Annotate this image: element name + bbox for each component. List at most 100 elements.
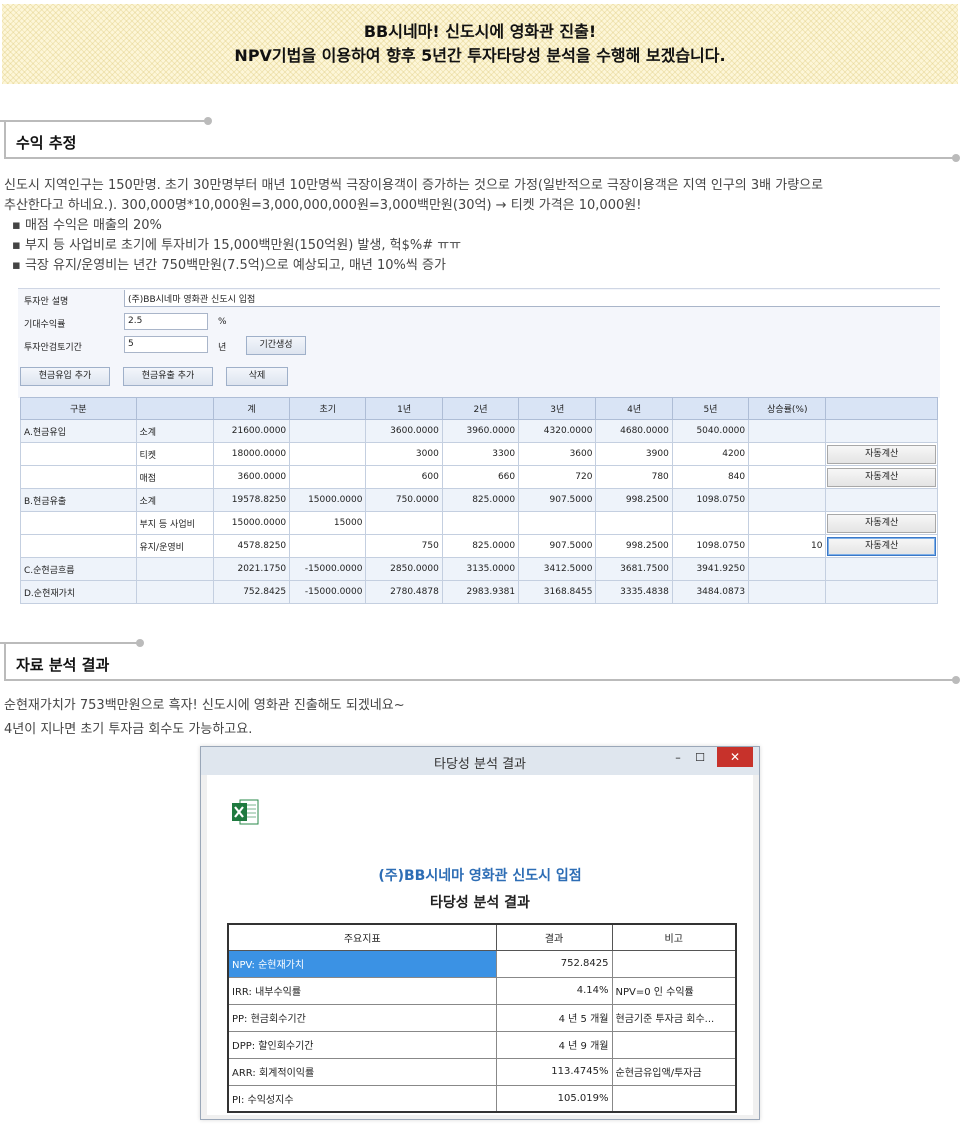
grid-cell-y2[interactable]: 3300 [441, 442, 520, 466]
grid-cell-cat[interactable]: C.순현금흐름 [20, 557, 137, 581]
grid-cell-y3[interactable]: 720 [518, 465, 597, 489]
add-inflow-button[interactable]: 현금유입 추가 [20, 367, 110, 386]
grid-cell-total[interactable]: 752.8425 [212, 580, 291, 604]
grid-cell-y3[interactable] [518, 511, 597, 535]
grid-cell-y3[interactable]: 3412.5000 [518, 557, 597, 581]
grid-row[interactable]: 유지/운영비 4578.8250 750 825.0000 907.5000 998.25… [20, 534, 938, 558]
grid-cell-y4[interactable]: 3900 [595, 442, 673, 466]
grid-row[interactable]: B.현금유출 소계 19578.8250 15000.0000 750.0000 825.… [20, 488, 938, 512]
grid-cell-total[interactable]: 19578.8250 [212, 488, 291, 512]
grid-cell-cat[interactable] [20, 511, 137, 535]
grid-cell-total[interactable]: 3600.0000 [212, 465, 291, 489]
grid-cell-rate[interactable] [748, 465, 827, 489]
maximize-button[interactable]: ☐ [691, 749, 709, 767]
grid-cell-y4[interactable]: 998.2500 [595, 534, 673, 558]
col-header[interactable]: 상승률(%) [748, 397, 827, 420]
grid-cell-y2[interactable]: 3960.0000 [441, 419, 520, 443]
grid-cell-y5[interactable]: 3484.0873 [671, 580, 750, 604]
col-header[interactable]: 초기 [289, 397, 367, 420]
grid-cell-rate[interactable] [748, 442, 827, 466]
grid-cell-y1[interactable]: 2780.4878 [365, 580, 443, 604]
grid-cell-total[interactable]: 21600.0000 [212, 419, 291, 443]
grid-row[interactable]: A.현금유입 소계 21600.0000 3600.0000 3960.0000 4320… [20, 419, 938, 443]
grid-cell-y1[interactable]: 3600.0000 [365, 419, 443, 443]
grid-cell-sub[interactable]: 매점 [135, 465, 214, 489]
auto-calc-button[interactable]: 자동계산 [827, 513, 936, 533]
minimize-button[interactable]: – [669, 749, 687, 767]
grid-cell-cat[interactable]: D.순현재가치 [20, 580, 137, 604]
grid-cell-y5[interactable]: 3941.9250 [671, 557, 750, 581]
auto-calc-button[interactable]: 자동계산 [827, 536, 936, 556]
grid-cell-total[interactable]: 4578.8250 [212, 534, 291, 558]
grid-row[interactable]: 매점 3600.0000 600 660 720 780 840 자동계산 [20, 465, 938, 489]
grid-cell-y2[interactable]: 825.0000 [441, 534, 520, 558]
grid-cell-y5[interactable]: 1098.0750 [671, 534, 750, 558]
grid-cell-cat[interactable]: A.현금유입 [20, 419, 137, 443]
grid-cell-rate[interactable] [748, 419, 827, 443]
grid-cell-y4[interactable] [595, 511, 673, 535]
grid-cell-cat[interactable]: B.현금유출 [20, 488, 137, 512]
grid-cell-init[interactable] [289, 534, 367, 558]
grid-cell-y1[interactable]: 2850.0000 [365, 557, 443, 581]
grid-cell-y2[interactable]: 3135.0000 [441, 557, 520, 581]
close-button[interactable]: ✕ [717, 747, 753, 767]
col-header[interactable]: 1년 [365, 397, 443, 420]
col-header[interactable]: 4년 [595, 397, 673, 420]
grid-cell-y4[interactable]: 4680.0000 [595, 419, 673, 443]
result-row[interactable]: PI: 수익성지수 105.019% [227, 1084, 737, 1113]
grid-cell-rate[interactable]: 10 [748, 534, 827, 558]
grid-cell-y3[interactable]: 3168.8455 [518, 580, 597, 604]
result-row[interactable]: PP: 현금회수기간 4 년 5 개월 현금기준 투자금 회수... [227, 1003, 737, 1032]
grid-cell-y2[interactable] [441, 511, 520, 535]
grid-cell-init[interactable]: 15000 [289, 511, 367, 535]
result-row[interactable]: ARR: 회계적이익률 113.4745% 순현금유입액/투자금 [227, 1057, 737, 1086]
grid-cell-sub[interactable]: 부지 등 사업비 [135, 511, 214, 535]
grid-cell-y1[interactable]: 3000 [365, 442, 443, 466]
grid-cell-y3[interactable]: 907.5000 [518, 488, 597, 512]
grid-cell-init[interactable] [289, 419, 367, 443]
grid-cell-cat[interactable] [20, 465, 137, 489]
col-header[interactable]: 계 [212, 397, 291, 420]
grid-cell-y1[interactable]: 750.0000 [365, 488, 443, 512]
grid-row[interactable]: 티켓 18000.0000 3000 3300 3600 3900 4200 자동계산 [20, 442, 938, 466]
grid-cell-sub[interactable] [135, 557, 214, 581]
grid-cell-sub[interactable]: 티켓 [135, 442, 214, 466]
grid-cell-y4[interactable]: 998.2500 [595, 488, 673, 512]
grid-cell-cat[interactable] [20, 534, 137, 558]
grid-row[interactable]: D.순현재가치 752.8425 -15000.0000 2780.4878 2983.… [20, 580, 938, 604]
grid-cell-sub[interactable]: 유지/운영비 [135, 534, 214, 558]
grid-cell-rate[interactable] [748, 580, 827, 604]
grid-row[interactable]: 부지 등 사업비 15000.0000 15000 자동계산 [20, 511, 938, 535]
grid-cell-cat[interactable] [20, 442, 137, 466]
col-header[interactable]: 2년 [441, 397, 520, 420]
grid-cell-init[interactable]: -15000.0000 [289, 557, 367, 581]
grid-cell-rate[interactable] [748, 557, 827, 581]
review-period-input[interactable]: 5 [124, 336, 208, 353]
col-header[interactable]: 구분 [20, 397, 137, 420]
col-header[interactable] [825, 397, 938, 420]
grid-cell-y1[interactable]: 750 [365, 534, 443, 558]
result-row[interactable]: NPV: 순현재가치 752.8425 [227, 949, 737, 978]
grid-cell-y3[interactable]: 3600 [518, 442, 597, 466]
grid-cell-y1[interactable]: 600 [365, 465, 443, 489]
project-description-input[interactable]: (주)BB시네마 영화관 신도시 입점 [124, 290, 940, 307]
grid-cell-y5[interactable]: 840 [671, 465, 750, 489]
grid-cell-sub[interactable]: 소계 [135, 488, 214, 512]
expected-return-input[interactable]: 2.5 [124, 313, 208, 330]
grid-cell-y2[interactable]: 2983.9381 [441, 580, 520, 604]
dialog-titlebar[interactable]: 타당성 분석 결과 – ☐ ✕ [201, 747, 759, 775]
grid-cell-init[interactable] [289, 465, 367, 489]
grid-cell-init[interactable]: -15000.0000 [289, 580, 367, 604]
grid-cell-y5[interactable]: 1098.0750 [671, 488, 750, 512]
grid-cell-y1[interactable] [365, 511, 443, 535]
grid-cell-y2[interactable]: 660 [441, 465, 520, 489]
grid-cell-total[interactable]: 15000.0000 [212, 511, 291, 535]
excel-icon[interactable] [231, 799, 259, 825]
grid-cell-total[interactable]: 18000.0000 [212, 442, 291, 466]
grid-cell-y4[interactable]: 780 [595, 465, 673, 489]
generate-period-button[interactable]: 기간생성 [246, 336, 306, 355]
grid-cell-y5[interactable]: 5040.0000 [671, 419, 750, 443]
auto-calc-button[interactable]: 자동계산 [827, 467, 936, 487]
grid-cell-init[interactable] [289, 442, 367, 466]
col-header[interactable]: 5년 [671, 397, 750, 420]
